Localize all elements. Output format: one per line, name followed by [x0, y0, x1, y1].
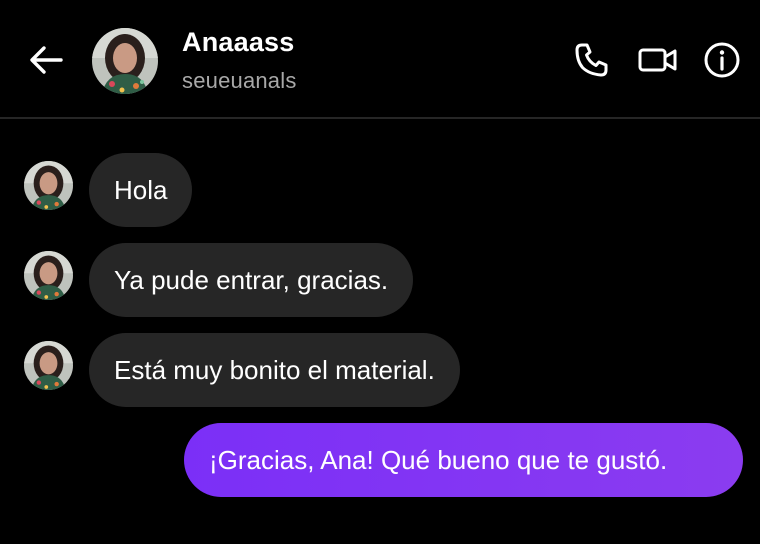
received-message-bubble[interactable]: Ya pude entrar, gracias.	[89, 243, 414, 317]
avatar-photo	[24, 251, 73, 300]
chat-header: Anaaass seueuanals	[0, 0, 760, 119]
voice-call-button[interactable]	[572, 40, 612, 80]
sender-avatar[interactable]	[24, 161, 73, 210]
phone-icon	[575, 43, 608, 77]
contact-username[interactable]: seueuanals	[182, 68, 297, 94]
received-message-bubble[interactable]: Hola	[89, 153, 193, 227]
info-button[interactable]	[702, 40, 742, 80]
sent-message-bubble[interactable]: ¡Gracias, Ana! Qué bueno que te gustó.	[184, 423, 743, 497]
arrow-left-icon	[30, 46, 63, 74]
sender-avatar[interactable]	[24, 251, 73, 300]
avatar-photo	[24, 161, 73, 210]
sender-avatar[interactable]	[24, 341, 73, 390]
info-icon	[704, 42, 740, 78]
chat-screen: Anaaass seueuanals Hola Ya pude entrar, …	[0, 0, 760, 544]
back-button[interactable]	[26, 40, 66, 80]
avatar-photo	[92, 28, 158, 94]
avatar[interactable]	[92, 28, 158, 94]
video-camera-icon	[638, 48, 677, 72]
contact-name[interactable]: Anaaass	[182, 27, 294, 58]
received-message-bubble[interactable]: Está muy bonito el material.	[89, 333, 460, 407]
video-call-button[interactable]	[638, 40, 678, 80]
avatar-photo	[24, 341, 73, 390]
